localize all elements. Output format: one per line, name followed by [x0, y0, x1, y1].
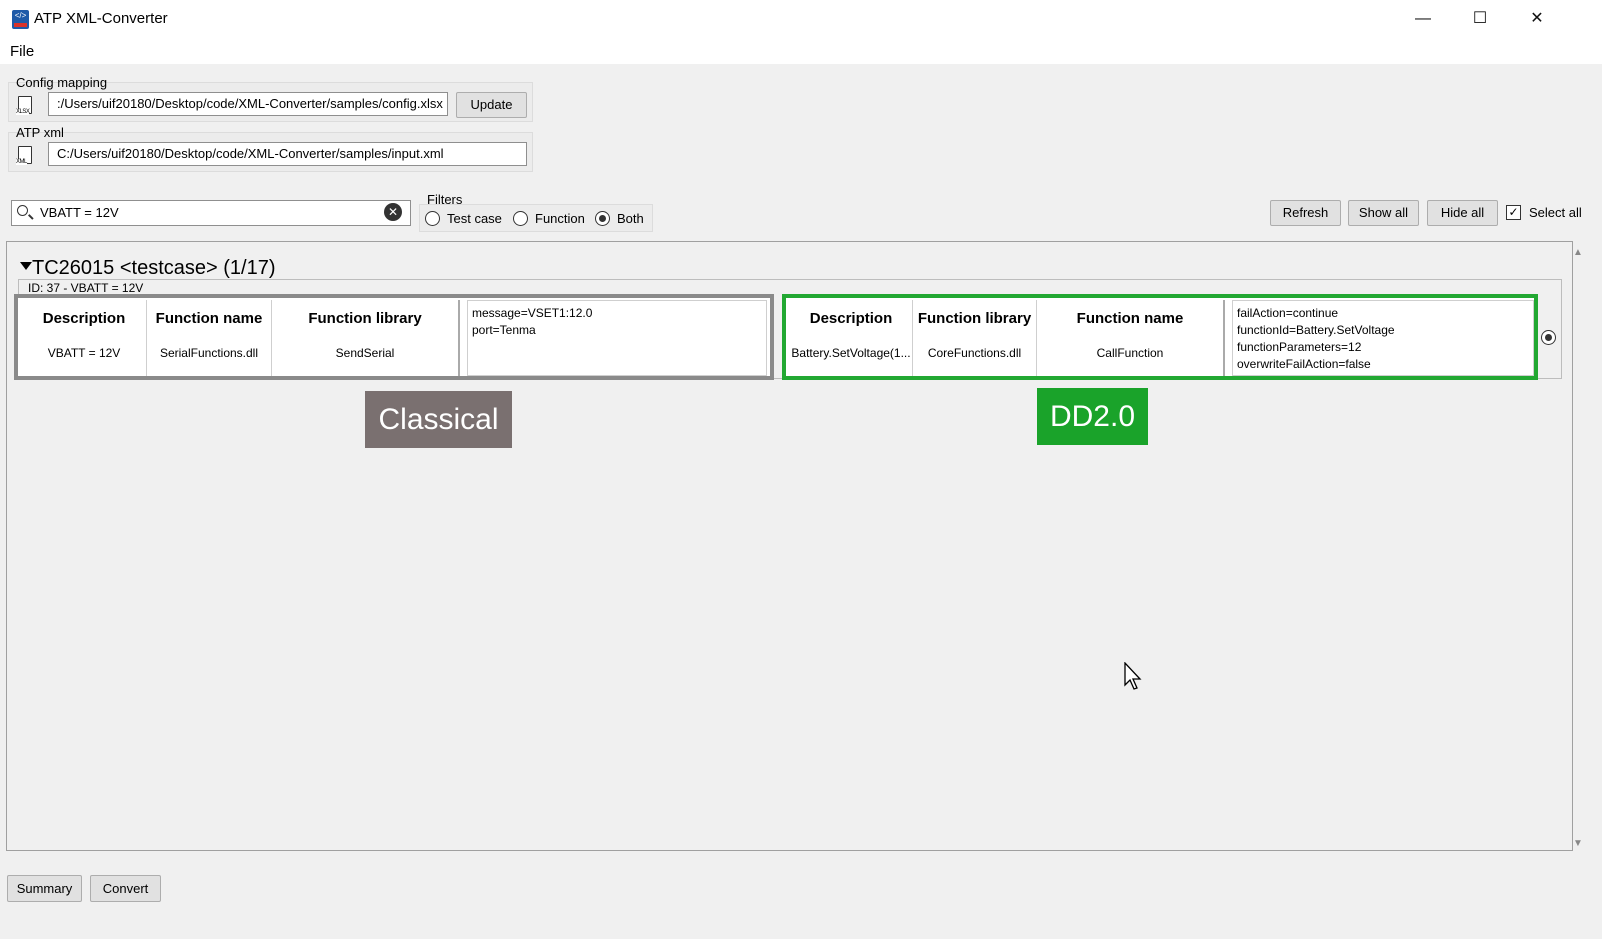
cell-value: VBATT = 12V [47, 346, 121, 360]
cell-value: CallFunction [1096, 346, 1164, 360]
filters-label: Filters [427, 192, 463, 207]
classical-tag: Classical [365, 391, 512, 448]
row-select-radio[interactable] [1541, 330, 1556, 345]
update-button[interactable]: Update [456, 92, 527, 118]
classical-function-library-cell: Function library SendSerial [272, 300, 460, 376]
param-line: port=Tenma [472, 323, 536, 337]
atp-path-field[interactable]: C:/Users/uif20180/Desktop/code/XML-Conve… [48, 142, 527, 166]
column-header: Function name [155, 310, 263, 327]
expand-arrow-icon[interactable] [20, 262, 32, 270]
cell-value: Battery.SetVoltage(1... [791, 346, 911, 360]
mouse-cursor-icon [1124, 662, 1142, 690]
dd2-function-library-cell: Function library CoreFunctions.dll [913, 300, 1037, 376]
scroll-down-icon[interactable]: ▼ [1573, 838, 1583, 849]
xml-file-icon[interactable]: XML [16, 146, 32, 165]
clear-search-icon[interactable]: ✕ [384, 203, 402, 221]
summary-button[interactable]: Summary [7, 875, 82, 902]
column-header: Description [809, 310, 893, 327]
show-all-button[interactable]: Show all [1348, 200, 1419, 226]
search-icon [17, 205, 28, 216]
filter-function-radio[interactable] [513, 211, 528, 226]
title-bar [0, 0, 1602, 38]
select-all-label[interactable]: Select all [1529, 205, 1582, 220]
column-header: Function library [308, 310, 422, 327]
param-line: failAction=continue [1237, 306, 1339, 320]
dd2-function-name-cell: Function name CallFunction [1037, 300, 1225, 376]
column-header: Function name [1076, 310, 1184, 327]
menu-bar [0, 38, 1602, 64]
param-line: functionParameters=12 [1237, 340, 1362, 354]
hide-all-button[interactable]: Hide all [1427, 200, 1498, 226]
filter-testcase-label[interactable]: Test case [447, 211, 502, 226]
convert-button[interactable]: Convert [90, 875, 161, 902]
maximize-button[interactable]: ☐ [1451, 0, 1509, 38]
filter-testcase-radio[interactable] [425, 211, 440, 226]
classical-description-cell: Description VBATT = 12V [22, 300, 147, 376]
search-input[interactable]: VBATT = 12V [11, 200, 411, 226]
minimize-button[interactable]: — [1394, 0, 1452, 38]
select-all-checkbox[interactable]: ✓ [1506, 205, 1521, 220]
dd2-description-cell: Description Battery.SetVoltage(1... [790, 300, 913, 376]
config-mapping-label: Config mapping [16, 75, 108, 90]
param-line: functionId=Battery.SetVoltage [1237, 323, 1395, 337]
dd2-tag: DD2.0 [1037, 388, 1148, 445]
testcase-id-line: ID: 37 - VBATT = 12V [28, 281, 144, 295]
filter-function-label[interactable]: Function [535, 211, 585, 226]
config-path-field[interactable]: :/Users/uif20180/Desktop/code/XML-Conver… [48, 92, 448, 116]
testcase-header[interactable]: TC26015 <testcase> (1/17) [32, 257, 275, 280]
app-icon: </> [12, 10, 29, 29]
filter-both-label[interactable]: Both [617, 211, 644, 226]
menu-file[interactable]: File [10, 43, 34, 60]
filter-both-radio[interactable] [595, 211, 610, 226]
scroll-up-icon[interactable]: ▲ [1573, 247, 1583, 258]
atp-xml-label: ATP xml [16, 125, 64, 140]
dd2-params: failAction=continue functionId=Battery.S… [1232, 300, 1534, 376]
xlsx-file-icon[interactable]: XLSX [16, 96, 32, 115]
cell-value: CoreFunctions.dll [927, 346, 1022, 360]
refresh-button[interactable]: Refresh [1270, 200, 1341, 226]
classical-params: message=VSET1:12.0 port=Tenma [467, 300, 767, 376]
column-header: Function library [917, 310, 1032, 327]
window-title: ATP XML-Converter [34, 10, 168, 27]
column-header: Description [42, 310, 126, 327]
cell-value: SerialFunctions.dll [159, 346, 259, 360]
classical-function-name-cell: Function name SerialFunctions.dll [147, 300, 272, 376]
param-line: overwriteFailAction=false [1237, 357, 1371, 371]
close-button[interactable]: ✕ [1508, 0, 1566, 38]
cell-value: SendSerial [335, 346, 395, 360]
param-line: message=VSET1:12.0 [472, 306, 593, 320]
